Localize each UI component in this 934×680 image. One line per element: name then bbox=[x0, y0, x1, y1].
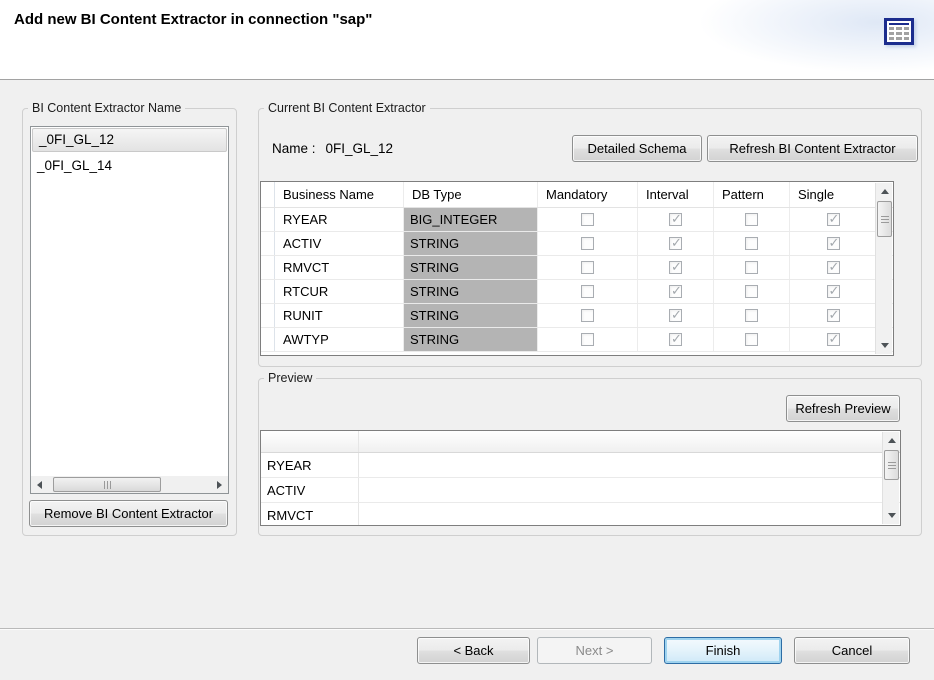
current-extractor-group-label: Current BI Content Extractor bbox=[264, 101, 430, 115]
remove-bi-content-extractor-button[interactable]: Remove BI Content Extractor bbox=[29, 500, 228, 527]
table-grid-icon bbox=[884, 18, 914, 45]
name-list-horizontal-scrollbar[interactable] bbox=[31, 476, 228, 493]
db-type-cell[interactable]: STRING bbox=[404, 328, 537, 351]
pattern-checkbox[interactable] bbox=[745, 237, 758, 250]
preview-row-value bbox=[359, 478, 900, 502]
single-checkbox bbox=[827, 213, 840, 226]
scroll-left-icon[interactable] bbox=[31, 476, 48, 493]
scroll-right-icon[interactable] bbox=[211, 476, 228, 493]
pattern-checkbox[interactable] bbox=[745, 309, 758, 322]
preview-row-label: RYEAR bbox=[261, 453, 359, 477]
column-header-business-name[interactable]: Business Name bbox=[275, 182, 404, 207]
db-type-cell[interactable]: STRING bbox=[404, 304, 537, 327]
cancel-button[interactable]: Cancel bbox=[794, 637, 910, 664]
column-header-single[interactable]: Single bbox=[790, 182, 876, 207]
finish-button[interactable]: Finish bbox=[664, 637, 782, 664]
pattern-checkbox[interactable] bbox=[745, 285, 758, 298]
single-checkbox bbox=[827, 333, 840, 346]
table-row[interactable]: RMVCT bbox=[261, 503, 900, 526]
single-checkbox bbox=[827, 285, 840, 298]
preview-group-label: Preview bbox=[264, 371, 316, 385]
preview-row-label: ACTIV bbox=[261, 478, 359, 502]
preview-vertical-scrollbar[interactable] bbox=[882, 432, 899, 524]
business-name-cell: AWTYP bbox=[275, 328, 404, 351]
mandatory-checkbox[interactable] bbox=[581, 285, 594, 298]
schema-table: Business Name DB Type Mandatory Interval… bbox=[260, 181, 894, 356]
wizard-banner: Add new BI Content Extractor in connecti… bbox=[0, 0, 934, 80]
mandatory-checkbox[interactable] bbox=[581, 261, 594, 274]
column-header-db-type[interactable]: DB Type bbox=[404, 182, 538, 207]
back-button[interactable]: < Back bbox=[417, 637, 530, 664]
mandatory-checkbox[interactable] bbox=[581, 213, 594, 226]
column-header-pattern[interactable]: Pattern bbox=[714, 182, 790, 207]
business-name-cell: RYEAR bbox=[275, 208, 404, 231]
vertical-scrollbar-thumb[interactable] bbox=[884, 450, 899, 480]
table-grid-icon-inner bbox=[887, 21, 911, 42]
mandatory-checkbox[interactable] bbox=[581, 237, 594, 250]
add-bi-content-extractor-dialog: Add new BI Content Extractor in connecti… bbox=[0, 0, 934, 680]
mandatory-checkbox[interactable] bbox=[581, 333, 594, 346]
table-row[interactable]: RYEAR BIG_INTEGER bbox=[261, 208, 893, 232]
business-name-cell: RUNIT bbox=[275, 304, 404, 327]
preview-table-header bbox=[261, 431, 900, 453]
refresh-preview-button[interactable]: Refresh Preview bbox=[786, 395, 900, 422]
scroll-down-icon[interactable] bbox=[883, 507, 900, 524]
schema-table-vertical-scrollbar[interactable] bbox=[875, 183, 892, 354]
table-row[interactable]: ACTIV STRING bbox=[261, 232, 893, 256]
list-item-0fi-gl-12[interactable]: _0FI_GL_12 bbox=[32, 128, 227, 152]
pattern-checkbox[interactable] bbox=[745, 333, 758, 346]
preview-row-value bbox=[359, 503, 900, 526]
column-header-interval[interactable]: Interval bbox=[638, 182, 714, 207]
pattern-checkbox[interactable] bbox=[745, 213, 758, 226]
preview-row-value bbox=[359, 453, 900, 477]
db-type-cell[interactable]: BIG_INTEGER bbox=[404, 208, 537, 231]
preview-header-cell bbox=[261, 431, 359, 452]
interval-checkbox bbox=[669, 237, 682, 250]
preview-row-label: RMVCT bbox=[261, 503, 359, 526]
list-item-0fi-gl-14[interactable]: _0FI_GL_14 bbox=[31, 153, 228, 178]
vertical-scrollbar-thumb[interactable] bbox=[877, 201, 892, 237]
detailed-schema-button[interactable]: Detailed Schema bbox=[572, 135, 702, 162]
table-row[interactable]: RUNIT STRING bbox=[261, 304, 893, 328]
page-title: Add new BI Content Extractor in connecti… bbox=[14, 11, 372, 28]
interval-checkbox bbox=[669, 261, 682, 274]
scroll-up-icon[interactable] bbox=[876, 183, 893, 200]
business-name-cell: RMVCT bbox=[275, 256, 404, 279]
db-type-cell[interactable]: STRING bbox=[404, 232, 537, 255]
mandatory-checkbox[interactable] bbox=[581, 309, 594, 322]
business-name-cell: RTCUR bbox=[275, 280, 404, 303]
single-checkbox bbox=[827, 309, 840, 322]
schema-table-header: Business Name DB Type Mandatory Interval… bbox=[261, 182, 893, 208]
db-type-cell[interactable]: STRING bbox=[404, 280, 537, 303]
table-row[interactable]: ACTIV bbox=[261, 478, 900, 503]
horizontal-scrollbar-thumb[interactable] bbox=[53, 477, 161, 492]
name-label: Name : bbox=[272, 141, 316, 156]
interval-checkbox bbox=[669, 213, 682, 226]
extractor-name-list[interactable]: _0FI_GL_12 _0FI_GL_14 bbox=[30, 126, 229, 494]
single-checkbox bbox=[827, 237, 840, 250]
pattern-checkbox[interactable] bbox=[745, 261, 758, 274]
name-value: 0FI_GL_12 bbox=[326, 141, 394, 156]
column-header-mandatory[interactable]: Mandatory bbox=[538, 182, 638, 207]
row-selector-column-header bbox=[261, 182, 275, 207]
table-row[interactable]: RYEAR bbox=[261, 453, 900, 478]
extractor-name-group-label: BI Content Extractor Name bbox=[28, 101, 185, 115]
table-row[interactable]: RTCUR STRING bbox=[261, 280, 893, 304]
next-button: Next > bbox=[537, 637, 652, 664]
extractor-name-row: Name : 0FI_GL_12 bbox=[272, 141, 393, 156]
table-row[interactable]: RMVCT STRING bbox=[261, 256, 893, 280]
footer-separator bbox=[0, 628, 934, 630]
preview-table: RYEAR ACTIV RMVCT bbox=[260, 430, 901, 526]
refresh-bi-content-extractor-button[interactable]: Refresh BI Content Extractor bbox=[707, 135, 918, 162]
single-checkbox bbox=[827, 261, 840, 274]
db-type-cell[interactable]: STRING bbox=[404, 256, 537, 279]
scroll-down-icon[interactable] bbox=[876, 337, 893, 354]
business-name-cell: ACTIV bbox=[275, 232, 404, 255]
scroll-up-icon[interactable] bbox=[883, 432, 900, 449]
interval-checkbox bbox=[669, 285, 682, 298]
interval-checkbox bbox=[669, 309, 682, 322]
table-row[interactable]: AWTYP STRING bbox=[261, 328, 893, 352]
interval-checkbox bbox=[669, 333, 682, 346]
